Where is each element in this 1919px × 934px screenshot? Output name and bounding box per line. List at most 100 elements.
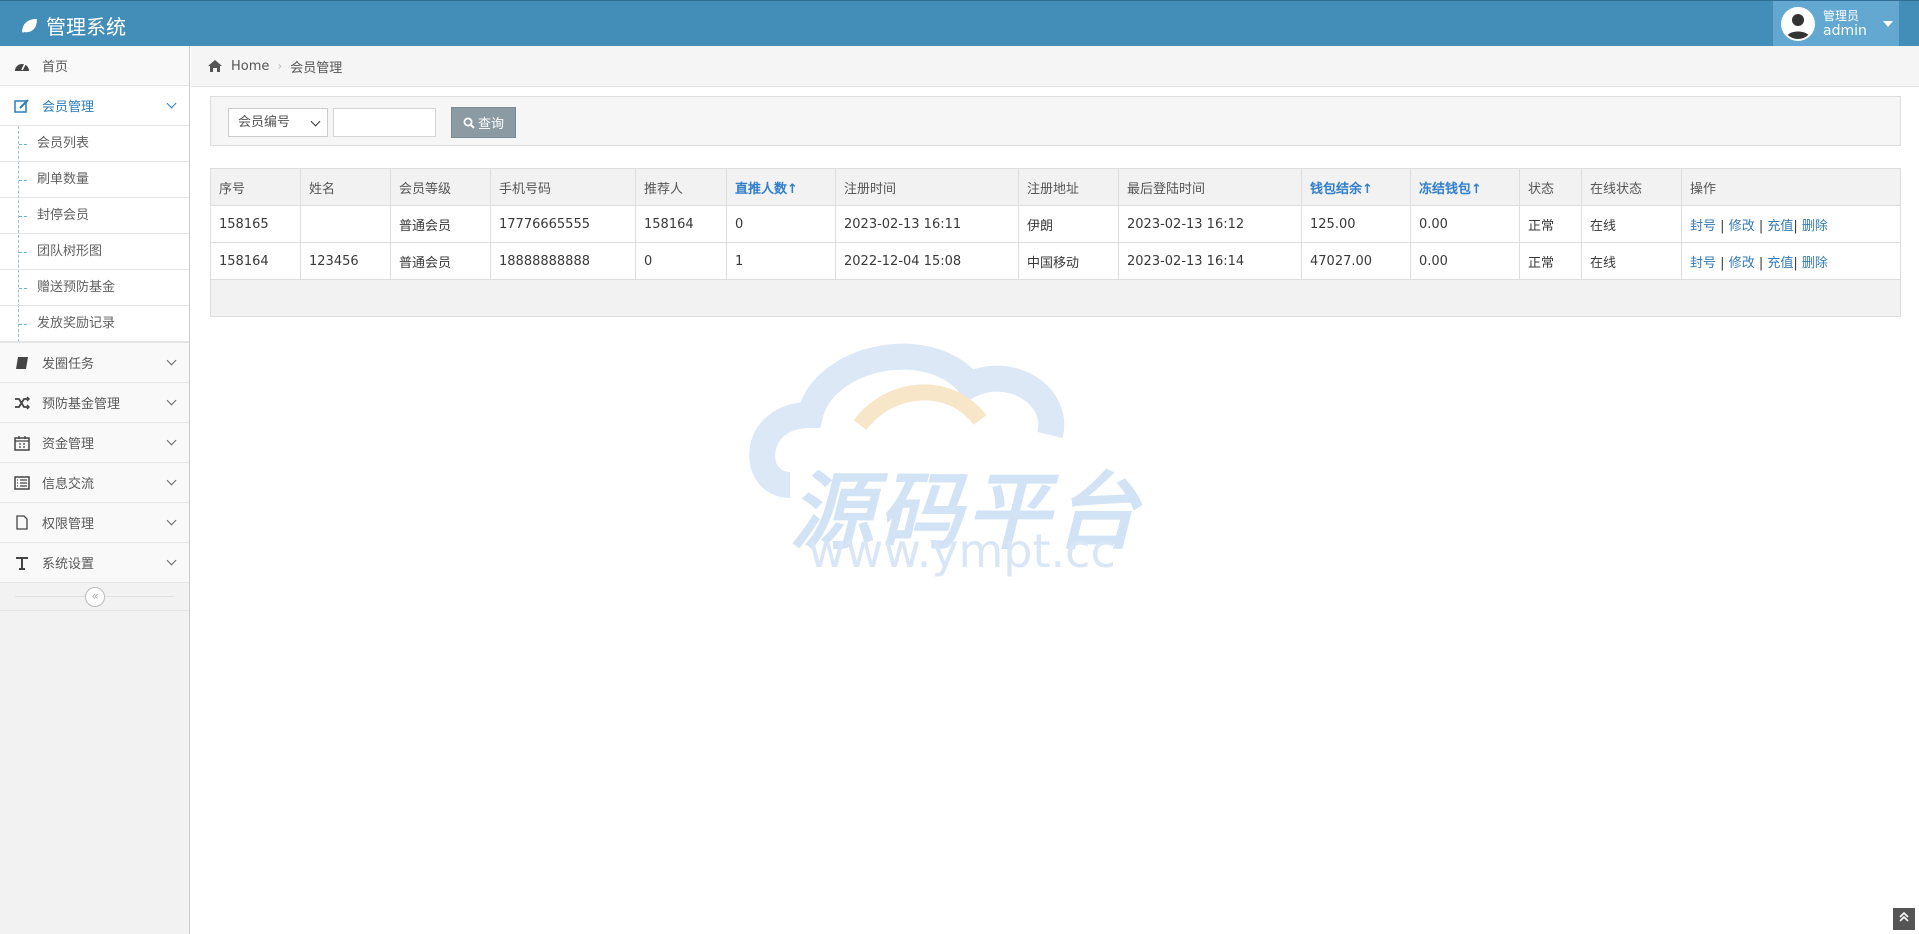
sidebar-item-permissions[interactable]: 权限管理 [0, 503, 189, 543]
edit-link[interactable]: 修改 [1729, 256, 1755, 271]
cell-reg-time: 2022-12-04 15:08 [835, 242, 1019, 280]
leaf-icon [22, 18, 37, 33]
brand[interactable]: 管理系统 [20, 11, 126, 40]
cell-frozen: 0.00 [1410, 242, 1520, 280]
sidebar-item-finance[interactable]: 资金管理 [0, 423, 189, 463]
file-icon [12, 515, 32, 531]
submenu-item-reward-records[interactable]: 发放奖励记录 [0, 306, 189, 342]
cell-direct-count[interactable]: 1 [726, 242, 836, 280]
col-actions: 操作 [1681, 168, 1901, 206]
sidebar: 首页 会员管理 会员列表 刷单数量 封停会员 团队树形图 赠送预防基金 发放奖励… [0, 46, 190, 934]
top-navbar: 管理系统 管理员 admin [0, 0, 1919, 47]
col-reg-time: 注册时间 [835, 168, 1019, 206]
chevron-down-icon [166, 555, 177, 566]
cell-referrer[interactable]: 158164 [635, 205, 727, 243]
action-separator: | [1720, 255, 1725, 271]
search-icon [463, 117, 475, 129]
submenu-item-team-tree[interactable]: 团队树形图 [0, 234, 189, 270]
sidebar-item-members[interactable]: 会员管理 [0, 86, 189, 126]
search-input[interactable] [333, 108, 436, 137]
cell-wallet: 125.00 [1301, 205, 1411, 243]
sidebar-item-label: 发圈任务 [42, 357, 95, 372]
chevron-down-icon [1882, 21, 1893, 27]
ban-link[interactable]: 封号 [1690, 256, 1716, 271]
edit-link[interactable]: 修改 [1729, 219, 1755, 234]
col-id: 序号 [210, 168, 301, 206]
cell-status: 正常 [1519, 242, 1582, 280]
double-left-icon[interactable]: « [85, 587, 105, 607]
submenu-item-gift-fund[interactable]: 赠送预防基金 [0, 270, 189, 306]
cell-referrer[interactable]: 0 [635, 242, 727, 280]
action-separator: | [1758, 255, 1764, 271]
sidebar-item-tasks[interactable]: 发圈任务 [0, 343, 189, 383]
submenu-item-banned-members[interactable]: 封停会员 [0, 198, 189, 234]
breadcrumb: Home › 会员管理 [191, 46, 1919, 87]
search-panel: 会员编号 查询 [210, 96, 1901, 146]
col-frozen[interactable]: 冻结钱包↑ [1410, 168, 1520, 206]
col-name: 姓名 [300, 168, 391, 206]
watermark-url: www.ympt.cc [808, 524, 1116, 578]
cell-phone[interactable]: 17776665555 [490, 205, 636, 243]
chevron-down-icon [166, 395, 177, 406]
user-role: 管理员 [1823, 9, 1860, 23]
col-wallet[interactable]: 钱包结余↑ [1301, 168, 1411, 206]
action-separator: | [1793, 255, 1798, 271]
table-row: 158164 123456 普通会员 18888888888 0 1 2022-… [210, 242, 1901, 280]
chevron-down-icon [166, 515, 177, 526]
cell-online: 在线 [1581, 205, 1682, 243]
chevron-down-icon [166, 435, 177, 446]
recharge-link[interactable]: 充值 [1767, 219, 1793, 234]
delete-link[interactable]: 删除 [1802, 256, 1828, 271]
cell-reg-time: 2023-02-13 16:11 [835, 205, 1019, 243]
ban-link[interactable]: 封号 [1690, 219, 1716, 234]
avatar [1781, 7, 1815, 41]
list-icon [12, 475, 32, 491]
text-icon [12, 555, 32, 571]
col-referrer: 推荐人 [635, 168, 727, 206]
cell-actions: 封号 | 修改 | 充值| 删除 [1681, 242, 1901, 280]
search-field-select[interactable]: 会员编号 [228, 108, 328, 137]
cell-name [300, 205, 391, 243]
col-direct-count[interactable]: 直推人数↑ [726, 168, 836, 206]
cell-id: 158164 [210, 242, 301, 280]
members-submenu: 会员列表 刷单数量 封停会员 团队树形图 赠送预防基金 发放奖励记录 [0, 126, 189, 343]
search-button-label: 查询 [477, 117, 504, 132]
col-phone: 手机号码 [490, 168, 636, 206]
user-name: admin [1823, 23, 1867, 39]
sidebar-item-fund[interactable]: 预防基金管理 [0, 383, 189, 423]
table-footer [210, 279, 1901, 317]
recharge-link[interactable]: 充值 [1767, 256, 1793, 271]
cell-phone[interactable]: 18888888888 [490, 242, 636, 280]
sidebar-item-settings[interactable]: 系统设置 [0, 543, 189, 583]
cell-wallet: 47027.00 [1301, 242, 1411, 280]
sidebar-item-home[interactable]: 首页 [0, 46, 189, 86]
cell-reg-addr: 中国移动 [1018, 242, 1119, 280]
sidebar-item-label: 信息交流 [42, 477, 95, 492]
home-icon [208, 60, 222, 72]
cell-online: 在线 [1581, 242, 1682, 280]
cell-level: 普通会员 [390, 242, 491, 280]
table-header-row: 序号 姓名 会员等级 手机号码 推荐人 直推人数↑ 注册时间 注册地址 最后登陆… [210, 168, 1901, 206]
chevron-down-icon [166, 475, 177, 486]
sidebar-item-messages[interactable]: 信息交流 [0, 463, 189, 503]
cell-id: 158165 [210, 205, 301, 243]
sidebar-item-label: 资金管理 [42, 437, 95, 452]
cell-direct-count[interactable]: 0 [726, 205, 836, 243]
sidebar-item-label: 预防基金管理 [42, 397, 121, 412]
cell-last-login: 2023-02-13 16:14 [1118, 242, 1302, 280]
submenu-item-order-count[interactable]: 刷单数量 [0, 162, 189, 198]
cell-reg-addr: 伊朗 [1018, 205, 1119, 243]
delete-link[interactable]: 删除 [1802, 219, 1828, 234]
user-menu[interactable]: 管理员 admin [1773, 1, 1899, 47]
cell-level: 普通会员 [390, 205, 491, 243]
cell-frozen: 0.00 [1410, 205, 1520, 243]
col-last-login: 最后登陆时间 [1118, 168, 1302, 206]
dashboard-icon [12, 58, 32, 74]
search-button[interactable]: 查询 [451, 107, 516, 138]
scroll-top-button[interactable] [1893, 908, 1915, 930]
table-row: 158165 普通会员 17776665555 158164 0 2023-02… [210, 205, 1901, 243]
submenu-item-member-list[interactable]: 会员列表 [0, 126, 189, 162]
table-footer-row [210, 279, 1901, 317]
breadcrumb-home[interactable]: Home [231, 59, 269, 74]
action-separator: | [1720, 218, 1725, 234]
